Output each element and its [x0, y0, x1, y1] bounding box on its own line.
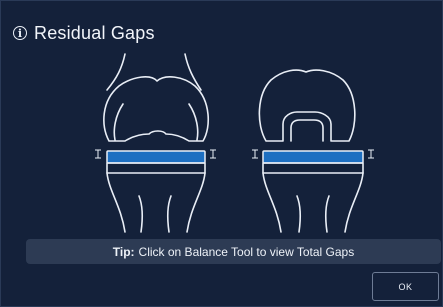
- left-tibia-stem-r: [166, 195, 172, 233]
- tip-label: Tip:: [112, 244, 135, 259]
- right-gap-bar: [262, 150, 364, 164]
- right-tibia-stem: [296, 195, 302, 233]
- dialog-title: Residual Gaps: [34, 22, 155, 43]
- left-gap-bar: [106, 150, 206, 164]
- knee-frontal-view: [95, 53, 216, 233]
- left-tibia-stem: [138, 195, 144, 233]
- left-femoral-inner-r: [188, 103, 199, 141]
- info-icon: i: [13, 26, 27, 40]
- right-femoral-component: [258, 69, 356, 142]
- tip-bar: Tip: Click on Balance Tool to view Total…: [26, 239, 441, 264]
- right-gap-marker-left: [252, 149, 258, 159]
- left-tibia-r: [186, 172, 206, 233]
- left-gap-marker-left: [95, 149, 101, 159]
- left-tibia: [106, 172, 126, 233]
- left-gap-marker-right: [210, 149, 216, 159]
- right-tibial-insert: [262, 162, 364, 174]
- right-gap-marker-right: [368, 149, 374, 159]
- dialog-header: i Residual Gaps: [13, 19, 155, 47]
- right-femoral-box: [290, 119, 324, 142]
- ok-button[interactable]: OK: [372, 272, 439, 301]
- right-tibia: [262, 172, 282, 233]
- knee-posterior-view: [252, 69, 374, 233]
- knee-gap-illustration: [95, 53, 374, 233]
- residual-gaps-dialog: i Residual Gaps Tip: Click on Balance To…: [0, 0, 443, 307]
- right-tibia-r: [344, 172, 364, 233]
- left-tibial-insert: [106, 162, 206, 174]
- tip-text: Click on Balance Tool to view Total Gaps: [138, 244, 355, 259]
- left-femoral-inner: [113, 103, 124, 141]
- right-tibia-stem-r: [324, 195, 330, 233]
